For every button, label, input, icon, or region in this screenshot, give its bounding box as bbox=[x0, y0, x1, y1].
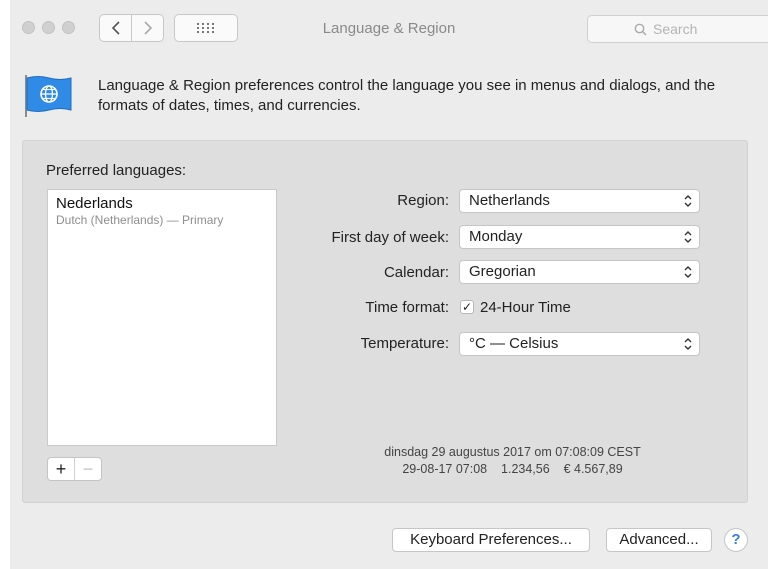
date-format-sample: dinsdag 29 augustus 2017 om 07:08:09 CES… bbox=[384, 445, 641, 459]
language-item-subtitle: Dutch (Netherlands) — Primary bbox=[56, 213, 224, 227]
pane-description: Language & Region preferences control th… bbox=[98, 77, 716, 114]
advanced-button[interactable]: Advanced... bbox=[606, 528, 712, 552]
preferred-languages-list[interactable]: Nederlands Dutch (Netherlands) — Primary bbox=[47, 189, 277, 446]
language-add-remove-control: + − bbox=[47, 457, 102, 481]
temperature-label: Temperature: bbox=[360, 335, 449, 352]
popup-arrows-icon bbox=[684, 231, 692, 243]
calendar-value: Gregorian bbox=[469, 263, 536, 280]
temperature-popup[interactable]: °C — Celsius bbox=[459, 332, 700, 356]
popup-arrows-icon bbox=[684, 195, 692, 207]
search-field[interactable]: Search bbox=[587, 15, 768, 43]
help-button[interactable]: ? bbox=[724, 528, 748, 552]
keyboard-preferences-button[interactable]: Keyboard Preferences... bbox=[392, 528, 590, 552]
popup-arrows-icon bbox=[684, 338, 692, 350]
search-placeholder: Search bbox=[653, 21, 698, 37]
popup-arrows-icon bbox=[684, 266, 692, 278]
time-format-label: Time format: bbox=[365, 299, 449, 316]
search-icon bbox=[634, 23, 647, 36]
24-hour-time-label[interactable]: 24-Hour Time bbox=[480, 299, 571, 316]
add-language-button[interactable]: + bbox=[48, 458, 74, 480]
language-flag-icon bbox=[25, 75, 72, 117]
language-item-name[interactable]: Nederlands bbox=[56, 195, 133, 212]
remove-language-button[interactable]: − bbox=[74, 458, 101, 480]
pane-header: Language & Region preferences control th… bbox=[24, 70, 724, 122]
number-format-sample: 29-08-17 07:08 1.234,56 € 4.567,89 bbox=[402, 462, 623, 476]
region-value: Netherlands bbox=[469, 192, 550, 209]
first-day-label: First day of week: bbox=[331, 229, 449, 246]
temperature-value: °C — Celsius bbox=[469, 335, 559, 352]
24-hour-time-checkbox[interactable]: ✓ bbox=[460, 300, 474, 314]
region-popup[interactable]: Netherlands bbox=[459, 189, 700, 213]
title-bar: Language & Region Search bbox=[10, 0, 768, 56]
calendar-label: Calendar: bbox=[383, 264, 449, 281]
region-label: Region: bbox=[397, 192, 449, 209]
first-day-popup[interactable]: Monday bbox=[459, 225, 700, 249]
calendar-popup[interactable]: Gregorian bbox=[459, 260, 700, 284]
first-day-value: Monday bbox=[469, 228, 523, 245]
preferred-languages-label: Preferred languages: bbox=[46, 162, 187, 179]
